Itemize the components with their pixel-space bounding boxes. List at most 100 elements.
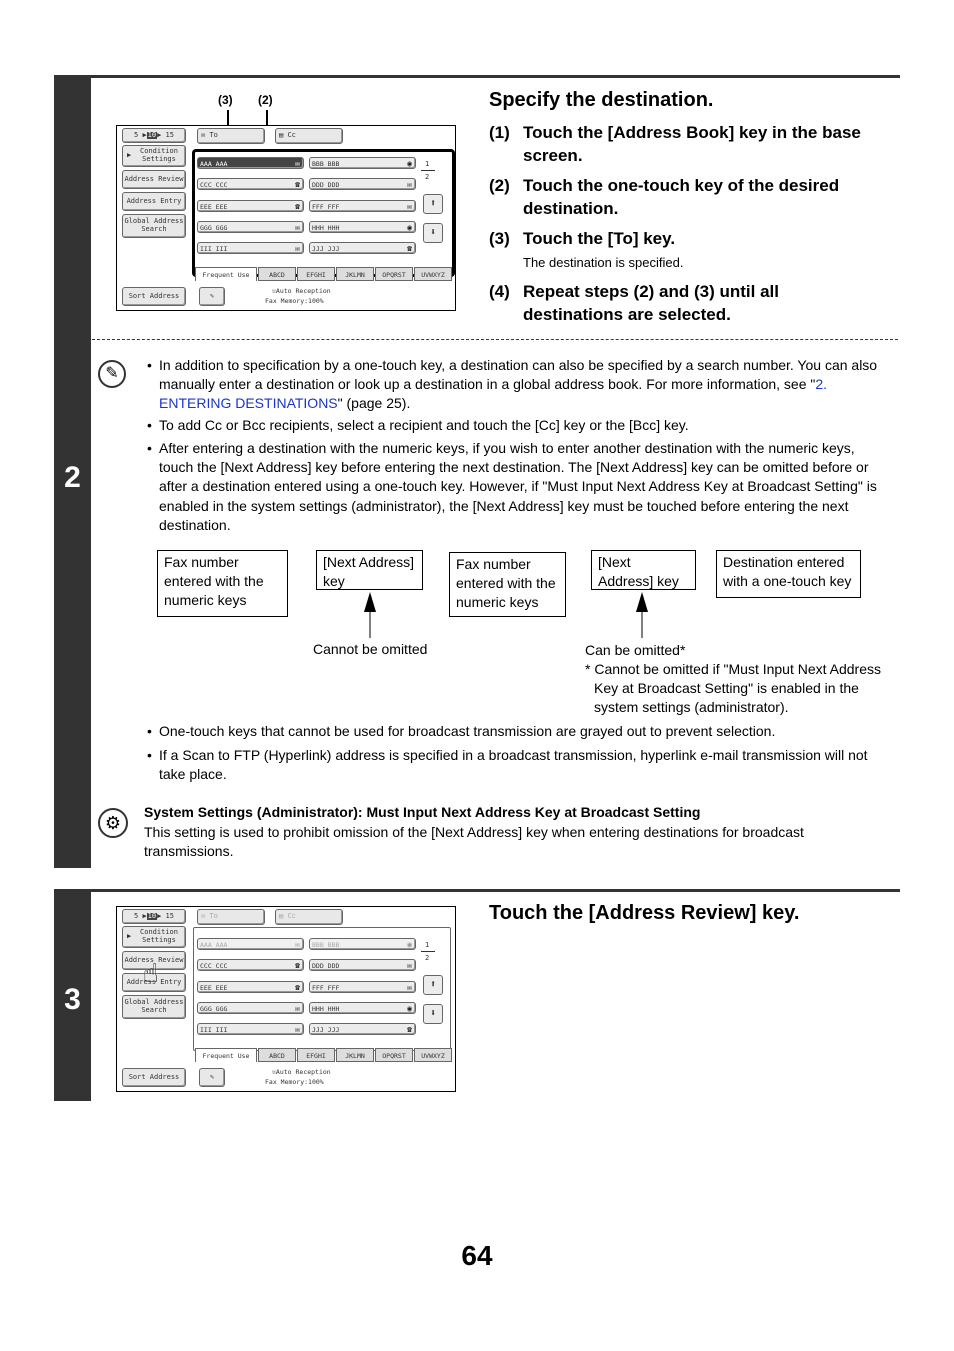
one-touch-key-label: HHH HHH — [312, 1004, 340, 1013]
one-touch-key-label: AAA AAA — [200, 160, 228, 168]
envelope-icon: ✉ — [295, 1003, 300, 1013]
substep-4: (4) Repeat steps (2) and (3) until all d… — [489, 280, 899, 326]
scroll-up-button[interactable]: ⬆ — [423, 194, 443, 214]
one-touch-key[interactable]: JJJ JJJ ☎ — [309, 1023, 416, 1036]
one-touch-key-label: FFF FFF — [312, 983, 340, 992]
envelope-icon: ✉ — [295, 940, 300, 949]
one-touch-key[interactable]: HHH HHH ◉ — [309, 1001, 416, 1014]
one-touch-key-label: DDD DDD — [312, 181, 340, 190]
one-touch-key[interactable]: EEE EEE ☎ — [197, 199, 304, 212]
to-button[interactable]: ✉ To — [197, 128, 265, 144]
cc-button[interactable]: ▤ Cc — [275, 128, 343, 144]
global-address-search-button[interactable]: Global Address Search — [122, 214, 186, 238]
index-tab[interactable]: JKLMN — [336, 267, 374, 281]
substep-2-num: (2) — [489, 176, 510, 195]
address-book-edit-button-2[interactable]: ✎ — [199, 1068, 225, 1087]
one-touch-key[interactable]: BBB BBB ◉ — [309, 157, 416, 169]
one-touch-key[interactable]: AAA AAA ✉ — [197, 157, 304, 169]
index-tab[interactable]: EFGHI — [297, 267, 335, 281]
condition-settings-button[interactable]: ▶ Condition Settings — [122, 145, 186, 167]
scroll-down-button[interactable]: ⬇ — [423, 223, 443, 243]
bullet-dot: • — [147, 357, 152, 373]
substep-3-note: The destination is specified. — [523, 255, 684, 270]
count-10: 10 — [146, 130, 158, 140]
note-bullet-1-post: " (page 25). — [337, 395, 411, 412]
one-touch-key[interactable]: JJJ JJJ ☎ — [309, 242, 416, 255]
envelope-icon: ✉ — [295, 244, 300, 254]
diagram-box-one-touch: Destination entered with a one-touch key — [716, 550, 861, 598]
system-settings-gear-icon: ⚙ — [98, 808, 128, 838]
index-tab[interactable]: ABCD — [258, 1048, 296, 1062]
one-touch-key[interactable]: III III ✉ — [197, 242, 304, 255]
to-label: To — [209, 131, 218, 140]
diagram-box-next-2: [Next Address] key — [591, 550, 696, 590]
one-touch-key-label: HHH HHH — [312, 223, 340, 232]
display-count-selector-2[interactable]: 5 ▶ 10 ▶ 15 — [122, 909, 186, 924]
index-tab[interactable]: JKLMN — [336, 1048, 374, 1062]
one-touch-key[interactable]: CCC CCC ☎ — [197, 178, 304, 191]
index-tab[interactable]: Frequent Use — [195, 267, 257, 281]
address-entry-button[interactable]: Address Entry — [122, 192, 186, 211]
one-touch-key-label: JJJ JJJ — [312, 245, 340, 254]
sort-address-button-2[interactable]: Sort Address — [122, 1068, 186, 1087]
arrow-down-icon: ⬇ — [429, 1008, 437, 1019]
one-touch-key[interactable]: III III ✉ — [197, 1023, 304, 1036]
display-count-selector[interactable]: 5 ▶ 10 ▶ 15 — [122, 128, 186, 143]
globe-icon: ◉ — [407, 1003, 412, 1013]
index-tab[interactable]: UVWXYZ — [414, 267, 452, 281]
one-touch-key[interactable]: FFF FFF ✉ — [309, 199, 416, 212]
substep-2-text: Touch the one-touch key of the desired d… — [523, 176, 840, 218]
envelope-icon: ✉ — [295, 159, 300, 168]
one-touch-key[interactable]: CCC CCC ☎ — [197, 959, 304, 972]
address-book-screen-2: 5 ▶ 10 ▶ 15 ▶ Condition Settings Address Re… — [116, 906, 456, 1092]
one-touch-key[interactable]: HHH HHH ◉ — [309, 220, 416, 233]
one-touch-key-label: EEE EEE — [200, 983, 228, 992]
one-touch-key-label: CCC CCC — [200, 962, 228, 971]
global-address-search-button-2[interactable]: Global Address Search — [122, 995, 186, 1019]
to-button-2[interactable]: ✉ To — [197, 909, 265, 925]
system-settings-text: This setting is used to prohibit omissio… — [144, 824, 804, 860]
bullet-dot: • — [147, 417, 152, 433]
step2-top-rule — [54, 75, 900, 78]
arrow-up-icon: ⬆ — [429, 198, 437, 209]
one-touch-key[interactable]: BBB BBB ◉ — [309, 938, 416, 950]
one-touch-key[interactable]: DDD DDD ✉ — [309, 959, 416, 972]
index-tab[interactable]: OPQRST — [375, 267, 413, 281]
index-tab[interactable]: UVWXYZ — [414, 1048, 452, 1062]
address-book-edit-button[interactable]: ✎ — [199, 287, 225, 306]
cc-label: Cc — [287, 131, 296, 140]
index-tab[interactable]: OPQRST — [375, 1048, 413, 1062]
index-tab[interactable]: Frequent Use — [195, 1048, 257, 1062]
substep-2: (2) Touch the one-touch key of the desir… — [489, 174, 899, 220]
one-touch-key[interactable]: GGG GGG ✉ — [197, 220, 304, 233]
count-5: 5 — [134, 130, 139, 139]
one-touch-key[interactable]: EEE EEE ☎ — [197, 980, 304, 993]
bullet-dot: • — [147, 440, 152, 456]
one-touch-key[interactable]: FFF FFF ✉ — [309, 980, 416, 993]
one-touch-key-label: FFF FFF — [312, 202, 340, 211]
phone-icon: ☎ — [295, 201, 300, 211]
one-touch-key[interactable]: GGG GGG ✉ — [197, 1001, 304, 1014]
section-divider — [92, 339, 898, 340]
index-tab[interactable]: EFGHI — [297, 1048, 335, 1062]
scroll-down-button-2[interactable]: ⬇ — [423, 1004, 443, 1024]
one-touch-key[interactable]: DDD DDD ✉ — [309, 178, 416, 191]
condition-settings-button-2[interactable]: ▶ Condition Settings — [122, 926, 186, 948]
one-touch-key-label: GGG GGG — [200, 1004, 228, 1013]
cc-button-2[interactable]: ▤ Cc — [275, 909, 343, 925]
diagram-box-fax-2: Fax number entered with the numeric keys — [449, 552, 566, 617]
step2-bar: 2 — [54, 75, 91, 868]
one-touch-key[interactable]: AAA AAA ✉ — [197, 938, 304, 950]
one-touch-key-grid-2: AAA AAA ✉ BBB BBB ◉ CCC CCC ☎ DDD DDD ✉ EEE EEE ☎… — [197, 938, 427, 1048]
index-tab[interactable]: ABCD — [258, 267, 296, 281]
scroll-up-button-2[interactable]: ⬆ — [423, 975, 443, 995]
edit-icon: ✎ — [209, 1072, 215, 1081]
step2-number: 2 — [64, 461, 81, 494]
envelope-icon: ✉ — [295, 1025, 300, 1035]
address-review-button[interactable]: Address Review — [122, 170, 186, 189]
sort-address-button[interactable]: Sort Address — [122, 287, 186, 306]
note-bullet-1-text: In addition to specification by a one-to… — [159, 356, 892, 414]
sort-address-label: Sort Address — [128, 291, 180, 300]
count-5: 5 — [134, 911, 139, 920]
phone-icon: ☎ — [407, 1025, 412, 1035]
